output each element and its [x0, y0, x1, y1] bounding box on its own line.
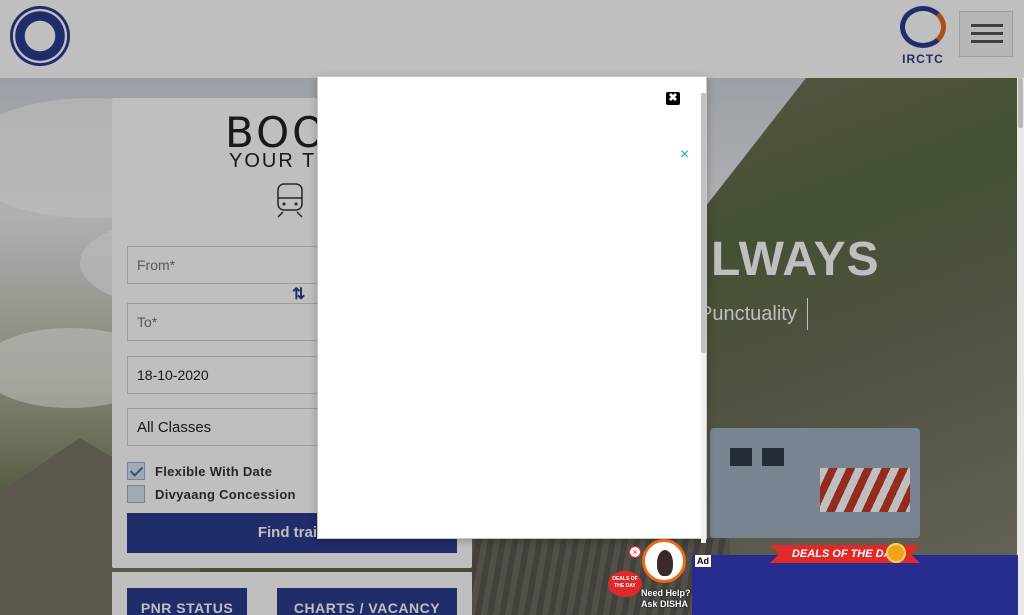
ad-close-icon[interactable]: × [680, 147, 689, 163]
modal-scrollbar-thumb[interactable] [701, 93, 706, 353]
modal-close-icon[interactable]: ✖ [666, 92, 680, 105]
deals-coin-icon [886, 543, 906, 563]
deals-ad-banner[interactable] [692, 555, 1018, 615]
page-scrollbar-thumb[interactable] [1018, 78, 1023, 128]
page-scrollbar[interactable] [1017, 78, 1024, 615]
ad-dismiss-icon[interactable]: × [629, 546, 641, 558]
ad-modal: ✖ × [317, 76, 707, 543]
disha-avatar-icon [642, 539, 686, 583]
deals-badge[interactable]: DEALS OF THE DAY [608, 571, 642, 597]
disha-help-text[interactable]: Need Help? Ask DISHA [641, 588, 691, 610]
ad-label: Ad [695, 555, 711, 567]
modal-scrollbar[interactable] [701, 93, 706, 543]
